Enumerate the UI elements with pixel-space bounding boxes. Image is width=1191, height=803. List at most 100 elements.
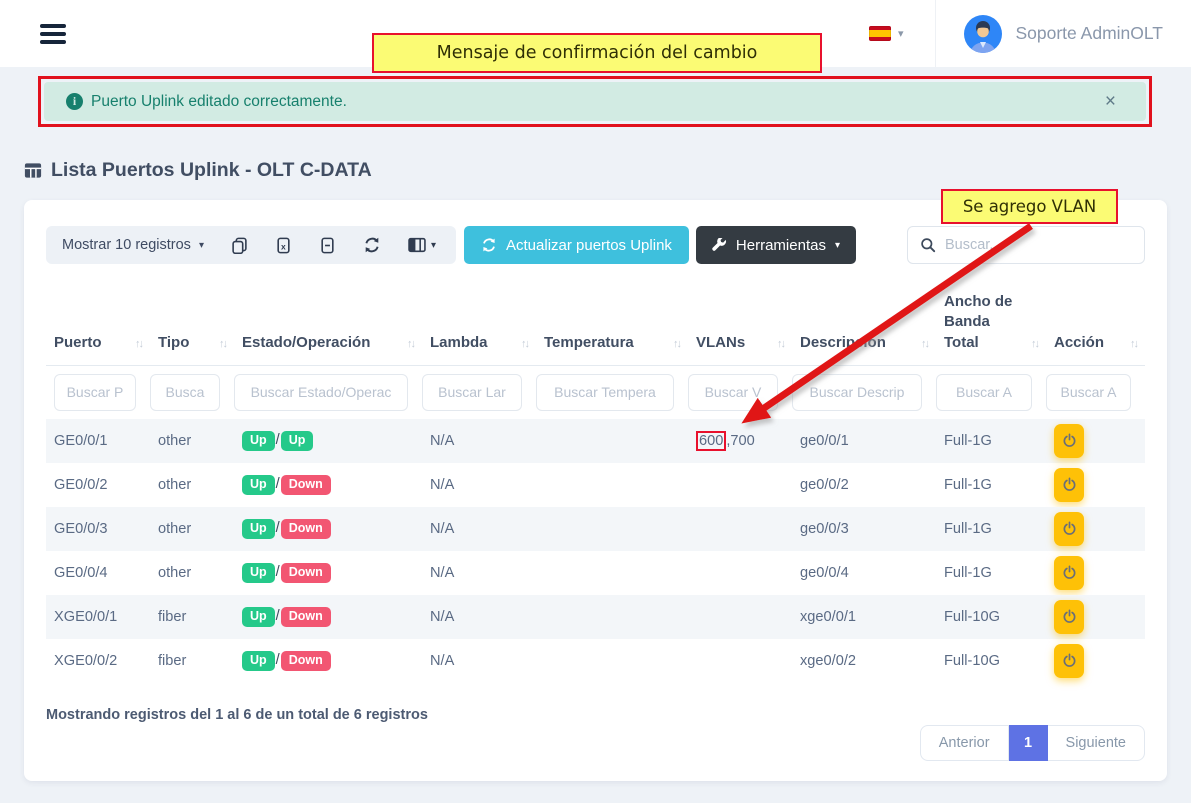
cell-estado-operacion: Up/Down: [234, 507, 422, 551]
table-row: GE0/0/1 other Up/Up N/A 600,700 ge0/0/1 …: [46, 419, 1145, 463]
spain-flag-icon: [869, 26, 891, 41]
cell-vlans: [688, 507, 792, 551]
sort-icon[interactable]: ↑↓: [673, 337, 680, 352]
column-header-lambda[interactable]: Lambda↑↓: [422, 288, 536, 365]
cell-estado-operacion: Up/Down: [234, 463, 422, 507]
columns-icon: [408, 237, 426, 253]
column-header-accion[interactable]: Acción↑↓: [1046, 288, 1145, 365]
power-toggle-button[interactable]: [1054, 424, 1084, 458]
chevron-down-icon: ▾: [835, 240, 840, 251]
cell-temperatura: [536, 551, 688, 595]
excel-file-icon: x: [275, 237, 292, 254]
cell-descripcion: ge0/0/3: [792, 507, 936, 551]
column-header-vlans[interactable]: VLANs↑↓: [688, 288, 792, 365]
user-name: Soporte AdminOLT: [1015, 23, 1163, 44]
pagination-page-1[interactable]: 1: [1009, 725, 1048, 761]
cell-ancho-banda: Full-1G: [936, 463, 1046, 507]
power-toggle-button[interactable]: [1054, 644, 1084, 678]
sort-icon[interactable]: ↑↓: [521, 337, 528, 352]
filter-input-temperatura[interactable]: [536, 374, 674, 411]
copy-button[interactable]: [231, 237, 248, 254]
sort-icon[interactable]: ↑↓: [407, 337, 414, 352]
column-header-temperatura[interactable]: Temperatura↑↓: [536, 288, 688, 365]
pagination: Anterior 1 Siguiente: [920, 725, 1145, 761]
column-visibility-button[interactable]: ▾: [408, 237, 436, 253]
cell-ancho-banda: Full-1G: [936, 551, 1046, 595]
power-toggle-button[interactable]: [1054, 600, 1084, 634]
language-selector[interactable]: ▾: [869, 26, 904, 41]
column-header-puerto[interactable]: Puerto↑↓: [46, 288, 150, 365]
column-header-tipo[interactable]: Tipo↑↓: [150, 288, 234, 365]
filter-input-accion[interactable]: [1046, 374, 1131, 411]
uplink-ports-card: Mostrar 10 registros ▾ x: [24, 200, 1167, 781]
show-entries-dropdown[interactable]: Mostrar 10 registros ▾: [62, 237, 204, 253]
sort-icon[interactable]: ↑↓: [921, 337, 928, 352]
cell-puerto: GE0/0/3: [46, 507, 150, 551]
cell-temperatura: [536, 507, 688, 551]
user-menu[interactable]: Soporte AdminOLT: [936, 0, 1191, 67]
filter-input-estado[interactable]: [234, 374, 408, 411]
cell-vlans: 600,700: [688, 419, 792, 463]
info-icon: i: [66, 93, 83, 110]
refresh-icon: [481, 237, 497, 253]
power-toggle-button[interactable]: [1054, 468, 1084, 502]
sort-icon[interactable]: ↑↓: [135, 337, 142, 352]
alert-close-button[interactable]: ×: [1097, 92, 1124, 111]
power-icon: [1062, 565, 1077, 580]
reload-table-button[interactable]: [363, 236, 381, 254]
menu-toggle-icon[interactable]: [40, 24, 66, 44]
cell-ancho-banda: Full-10G: [936, 639, 1046, 683]
cell-accion: [1046, 551, 1145, 595]
status-badge: Down: [281, 563, 331, 583]
cell-tipo: other: [150, 507, 234, 551]
table-row: GE0/0/2 other Up/Down N/A ge0/0/2 Full-1…: [46, 463, 1145, 507]
table-controls-group: Mostrar 10 registros ▾ x: [46, 226, 456, 264]
status-badge: Up: [242, 519, 275, 539]
export-excel-button[interactable]: x: [275, 237, 292, 254]
cell-vlans: [688, 551, 792, 595]
cell-estado-operacion: Up/Up: [234, 419, 422, 463]
status-badge: Up: [242, 431, 275, 451]
filter-input-descripcion[interactable]: [792, 374, 922, 411]
uplink-ports-table: Puerto↑↓ Tipo↑↓ Estado/Operación↑↓ Lambd…: [46, 288, 1145, 683]
cell-accion: [1046, 639, 1145, 683]
sort-icon[interactable]: ↑↓: [219, 337, 226, 352]
filter-input-vlans[interactable]: [688, 374, 778, 411]
status-badge: Up: [242, 563, 275, 583]
cell-accion: [1046, 463, 1145, 507]
chevron-down-icon: ▾: [431, 240, 436, 251]
sort-icon[interactable]: ↑↓: [1031, 337, 1038, 352]
table-toolbar: Mostrar 10 registros ▾ x: [46, 226, 1145, 264]
sort-icon[interactable]: ↑↓: [1130, 337, 1137, 352]
cell-vlans: [688, 463, 792, 507]
filter-input-tipo[interactable]: [150, 374, 220, 411]
cell-lambda: N/A: [422, 639, 536, 683]
sort-icon[interactable]: ↑↓: [777, 337, 784, 352]
power-toggle-button[interactable]: [1054, 556, 1084, 590]
cell-accion: [1046, 419, 1145, 463]
column-header-descripcion[interactable]: Descripción↑↓: [792, 288, 936, 365]
column-header-ancho-banda[interactable]: Ancho de Banda Total↑↓: [936, 288, 1046, 365]
column-header-estado[interactable]: Estado/Operación↑↓: [234, 288, 422, 365]
filter-input-puerto[interactable]: [54, 374, 136, 411]
update-uplink-ports-button[interactable]: Actualizar puertos Uplink: [464, 226, 689, 264]
power-icon: [1062, 477, 1077, 492]
cell-accion: [1046, 595, 1145, 639]
tools-dropdown-button[interactable]: Herramientas ▾: [696, 226, 856, 264]
pagination-previous-button[interactable]: Anterior: [920, 725, 1009, 761]
success-alert: i Puerto Uplink editado correctamente. ×: [44, 82, 1146, 121]
filter-input-lambda[interactable]: [422, 374, 522, 411]
status-badge: Up: [242, 475, 275, 495]
cell-tipo: fiber: [150, 595, 234, 639]
export-file-button[interactable]: [319, 237, 336, 254]
copy-icon: [231, 237, 248, 254]
cell-estado-operacion: Up/Down: [234, 639, 422, 683]
cell-vlans: [688, 639, 792, 683]
status-badge: Down: [281, 651, 331, 671]
pagination-next-button[interactable]: Siguiente: [1048, 725, 1145, 761]
cell-vlans: [688, 595, 792, 639]
power-toggle-button[interactable]: [1054, 512, 1084, 546]
search-input[interactable]: [945, 237, 1132, 253]
status-badge: Down: [281, 475, 331, 495]
filter-input-ancho-banda[interactable]: [936, 374, 1032, 411]
